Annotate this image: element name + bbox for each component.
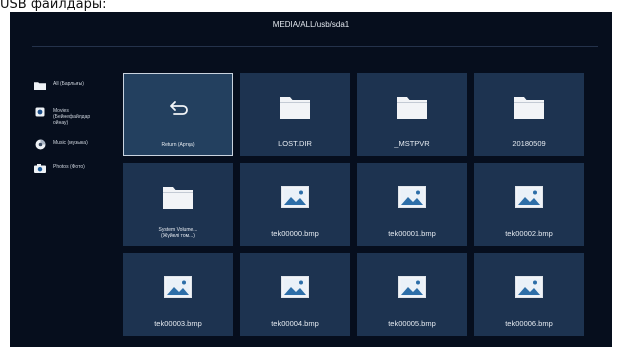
tile-label: tek00002.bmp	[505, 229, 553, 238]
tile-label: System Volume... (Жүйелі том...)	[158, 227, 198, 239]
sidebar-item-music[interactable]: Music (музыка)	[34, 139, 126, 149]
tile-folder[interactable]: 20180509	[474, 73, 584, 156]
folder-icon	[474, 93, 584, 121]
image-icon	[474, 273, 584, 301]
tile-label: _MSTPVR	[394, 139, 430, 148]
image-icon	[123, 273, 233, 301]
sidebar-item-label: All (Барлығы)	[53, 81, 84, 87]
image-icon	[357, 183, 467, 211]
tile-label: tek00000.bmp	[271, 229, 319, 238]
tile-label: tek00001.bmp	[388, 229, 436, 238]
tile-folder[interactable]: System Volume... (Жүйелі том...)	[123, 163, 233, 246]
sidebar-item-label: Photos (Фото)	[53, 164, 85, 170]
tile-image[interactable]: tek00001.bmp	[357, 163, 467, 246]
media-browser-screen: MEDIA/ALL/usb/sda1 All (Барлығы) Movies …	[10, 12, 612, 347]
tile-label: tek00003.bmp	[154, 319, 202, 328]
image-icon	[357, 273, 467, 301]
sidebar-item-label: Movies (Бейнефайлдар ойнау)	[53, 108, 91, 126]
folder-icon	[34, 80, 46, 90]
tile-label: Return (Артқа)	[161, 142, 195, 148]
tile-image[interactable]: tek00003.bmp	[123, 253, 233, 336]
folder-icon	[240, 93, 350, 121]
sidebar-item-label: Music (музыка)	[53, 140, 88, 146]
folder-icon	[123, 183, 233, 211]
page-caption: USB файлдары:	[0, 0, 107, 12]
image-icon	[474, 183, 584, 211]
tile-image[interactable]: tek00006.bmp	[474, 253, 584, 336]
folder-icon	[357, 93, 467, 121]
tile-image[interactable]: tek00000.bmp	[240, 163, 350, 246]
tile-image[interactable]: tek00005.bmp	[357, 253, 467, 336]
music-icon	[34, 139, 46, 149]
photo-icon	[34, 163, 46, 173]
sidebar-item-photos[interactable]: Photos (Фото)	[34, 163, 126, 173]
tile-return[interactable]: Return (Артқа)	[123, 73, 233, 156]
return-icon	[124, 94, 234, 122]
image-icon	[240, 273, 350, 301]
tile-label: tek00006.bmp	[505, 319, 553, 328]
tile-folder[interactable]: _MSTPVR	[357, 73, 467, 156]
tile-folder[interactable]: LOST.DIR	[240, 73, 350, 156]
tile-label: LOST.DIR	[278, 139, 312, 148]
movie-icon	[34, 107, 46, 117]
path-title: MEDIA/ALL/usb/sda1	[272, 20, 350, 29]
tile-image[interactable]: tek00004.bmp	[240, 253, 350, 336]
image-icon	[240, 183, 350, 211]
tile-label: 20180509	[512, 139, 546, 148]
header-divider	[32, 46, 598, 47]
sidebar-item-movies[interactable]: Movies (Бейнефайлдар ойнау)	[34, 107, 126, 126]
tile-label: tek00005.bmp	[388, 319, 436, 328]
sidebar-item-all[interactable]: All (Барлығы)	[34, 80, 126, 90]
tile-image[interactable]: tek00002.bmp	[474, 163, 584, 246]
tile-label: tek00004.bmp	[271, 319, 319, 328]
